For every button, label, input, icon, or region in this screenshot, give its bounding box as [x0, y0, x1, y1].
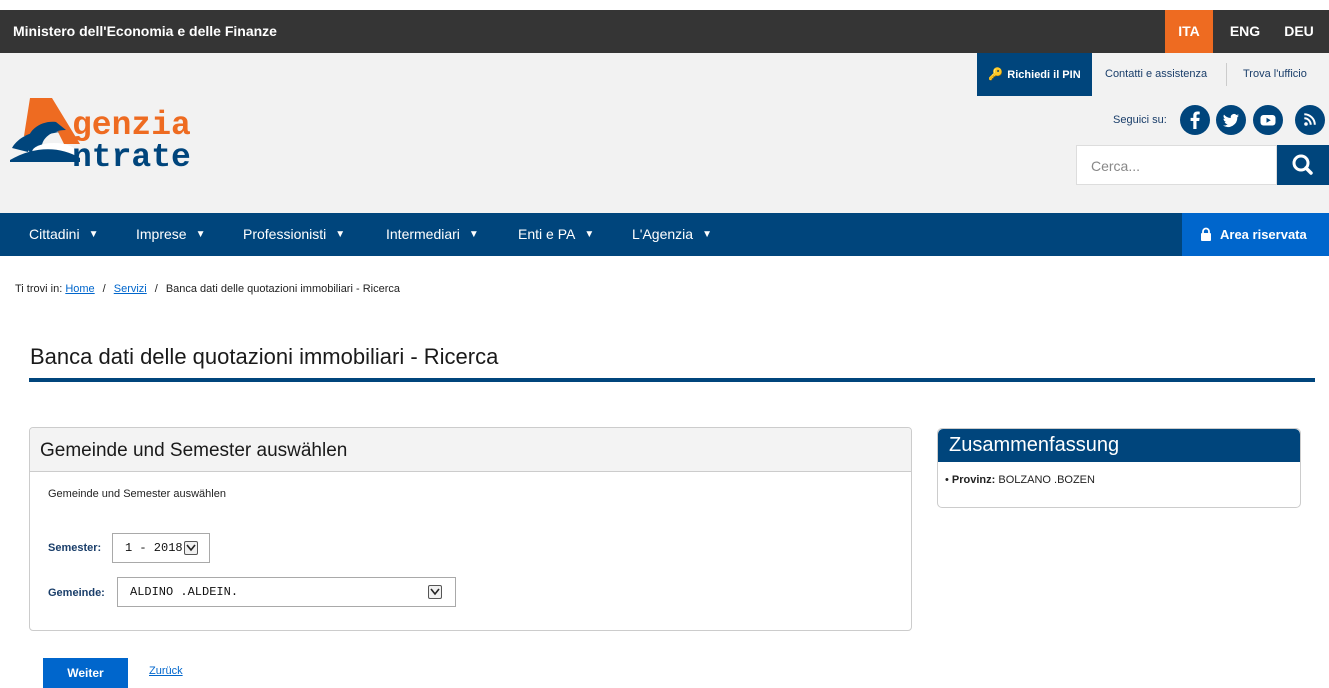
follow-us-label: Seguici su:: [1113, 114, 1167, 126]
summary-province: • Provinz: BOLZANO .BOZEN: [945, 474, 1095, 486]
panel-header: Gemeinde und Semester auswählen: [30, 428, 911, 472]
request-pin-button[interactable]: 🔑 Richiedi il PIN: [977, 53, 1092, 96]
next-button[interactable]: Weiter: [43, 658, 128, 688]
gemeinde-label: Gemeinde:: [48, 587, 105, 599]
nav-label: Professionisti: [243, 226, 327, 242]
province-label: Provinz:: [951, 474, 996, 486]
semester-select[interactable]: 1 - 2018: [112, 533, 210, 563]
chevron-down-icon: [428, 585, 442, 599]
semester-value: 1 - 2018: [125, 541, 183, 555]
gemeinde-select[interactable]: ALDINO .ALDEIN.: [117, 577, 456, 607]
breadcrumb: Ti trovi in: Home / Servizi / Banca dati del…: [15, 283, 400, 295]
top-links-divider: [1226, 63, 1227, 86]
ministry-title: Ministero dell'Economia e delle Finanze: [13, 23, 277, 39]
caret-down-icon: ▼: [468, 229, 479, 240]
breadcrumb-prefix: Ti trovi in:: [15, 283, 63, 295]
breadcrumb-current: Banca dati delle quotazioni immobiliari …: [165, 283, 400, 295]
top-bar: Ministero dell'Economia e delle Finanze …: [0, 10, 1329, 53]
nav-item-cittadini[interactable]: Cittadini ▼: [29, 213, 99, 256]
key-icon: 🔑: [988, 67, 1004, 81]
semester-label: Semester:: [48, 542, 102, 554]
find-office-link[interactable]: Trova l'ufficio: [1243, 53, 1307, 96]
contacts-link[interactable]: Contatti e assistenza: [1105, 53, 1207, 96]
agenzia-entrate-logo[interactable]: genzia ntrate: [10, 96, 250, 178]
caret-down-icon: ▼: [702, 229, 712, 240]
search-icon: [1292, 154, 1313, 175]
area-riservata-label: Area riservata: [1220, 227, 1307, 242]
facebook-icon[interactable]: [1180, 105, 1210, 135]
rss-icon[interactable]: [1295, 105, 1325, 135]
language-ita[interactable]: ITA: [1165, 10, 1213, 53]
lock-icon: [1201, 227, 1211, 241]
caret-down-icon: ▼: [195, 229, 206, 240]
nav-label: Intermediari: [386, 226, 460, 242]
nav-label: L'Agenzia: [632, 226, 694, 242]
bullet: •: [945, 474, 949, 486]
nav-item-agenzia[interactable]: L'Agenzia ▼: [632, 213, 712, 256]
search-button[interactable]: [1277, 145, 1329, 185]
gemeinde-value: ALDINO .ALDEIN.: [130, 585, 239, 599]
caret-down-icon: ▼: [584, 229, 595, 240]
site-header: genzia ntrate 🔑 Richiedi il PIN Contatti …: [0, 53, 1329, 213]
summary-title: Zusammenfassung: [938, 429, 1300, 462]
main-nav: Cittadini ▼ Imprese ▼ Professionisti ▼ Inte…: [0, 213, 1329, 256]
page-title: Banca dati delle quotazioni immobiliari …: [30, 344, 499, 369]
breadcrumb-servizi-link[interactable]: Servizi: [114, 283, 147, 295]
nav-item-enti-pa[interactable]: Enti e PA ▼: [518, 213, 594, 256]
breadcrumb-home-link[interactable]: Home: [65, 283, 94, 295]
breadcrumb-separator: /: [102, 283, 106, 295]
nav-item-imprese[interactable]: Imprese ▼: [136, 213, 205, 256]
chevron-down-icon: [184, 541, 198, 555]
language-deu[interactable]: DEU: [1275, 10, 1323, 53]
nav-label: Enti e PA: [518, 226, 576, 242]
selection-panel: Gemeinde und Semester auswählen Gemeinde…: [29, 427, 912, 631]
caret-down-icon: ▼: [335, 229, 346, 240]
area-riservata-button[interactable]: Area riservata: [1182, 213, 1329, 256]
nav-item-intermediari[interactable]: Intermediari ▼: [386, 213, 479, 256]
summary-box: Zusammenfassung • Provinz: BOLZANO .BOZE…: [937, 428, 1301, 508]
title-divider: [29, 378, 1315, 382]
nav-label: Imprese: [136, 226, 187, 242]
panel-title: Gemeinde und Semester auswählen: [40, 440, 348, 461]
caret-down-icon: ▼: [88, 229, 99, 240]
nav-item-professionisti[interactable]: Professionisti ▼: [243, 213, 345, 256]
breadcrumb-separator: /: [154, 283, 158, 295]
language-eng[interactable]: ENG: [1219, 10, 1271, 53]
province-value: BOLZANO .BOZEN: [998, 474, 1095, 486]
search-placeholder: Cerca...: [1091, 158, 1141, 174]
panel-description: Gemeinde und Semester auswählen: [48, 488, 226, 500]
youtube-icon[interactable]: [1253, 105, 1283, 135]
request-pin-label: Richiedi il PIN: [1007, 69, 1081, 81]
twitter-icon[interactable]: [1216, 105, 1246, 135]
logo-word-ntrate: ntrate: [72, 139, 191, 176]
back-link[interactable]: Zurück: [149, 665, 183, 677]
nav-label: Cittadini: [29, 226, 80, 242]
